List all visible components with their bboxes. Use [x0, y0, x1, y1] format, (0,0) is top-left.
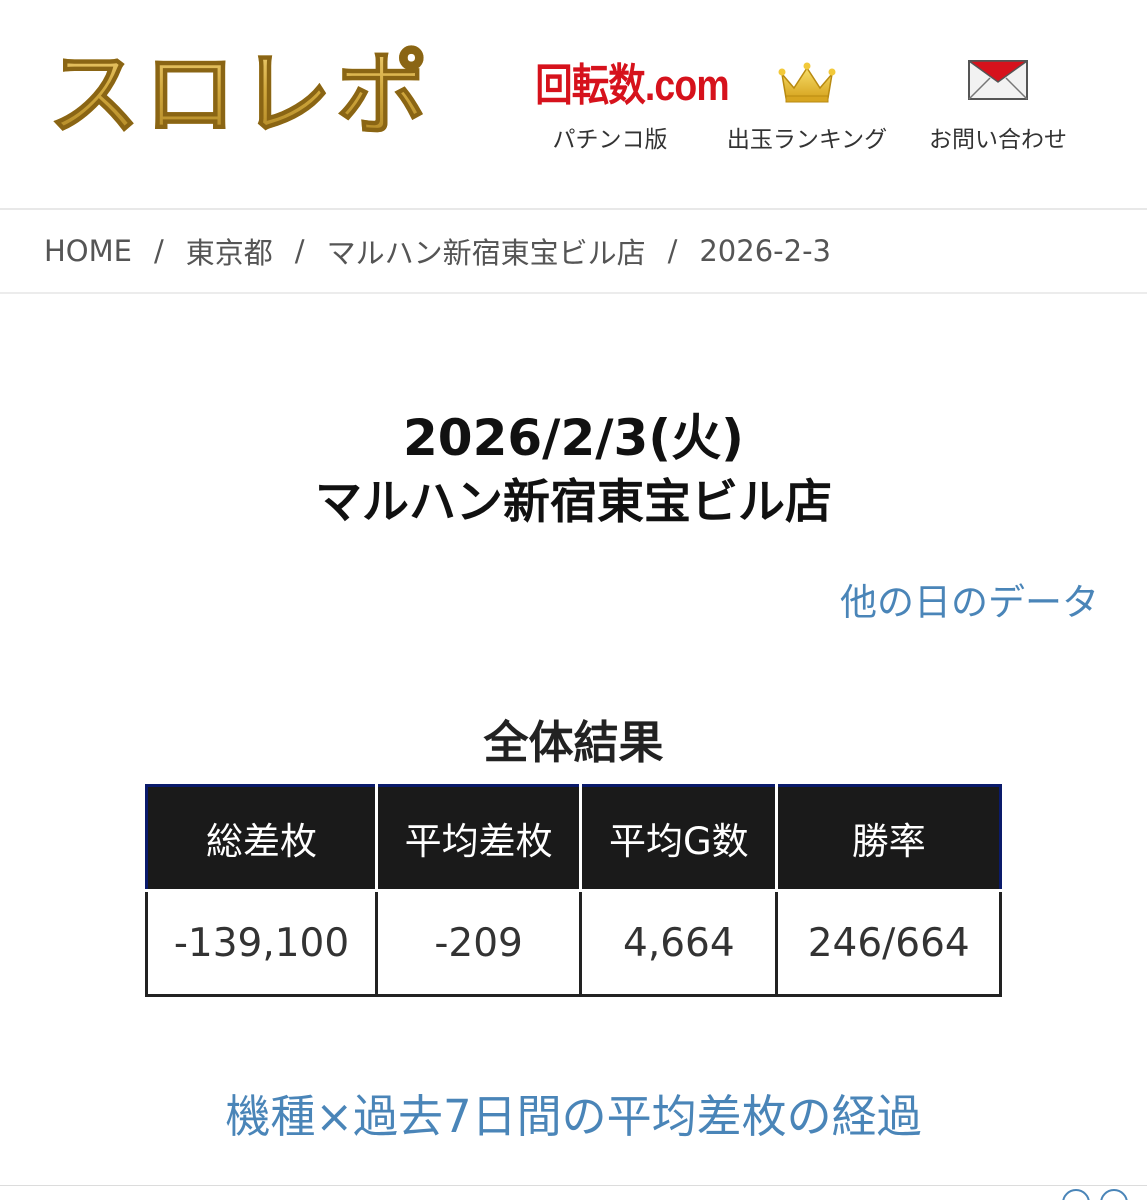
summary-value-avg-games: 4,664 [579, 889, 779, 997]
nav-contact[interactable]: お問い合わせ [912, 60, 1084, 154]
nav-pachinko-label: パチンコ版 [552, 127, 668, 153]
page: スロレポ 回転数.com パチンコ版 出玉ランキング お問い合わせ HOME /… [0, 0, 1147, 1200]
breadcrumb-separator: / [667, 234, 678, 268]
breadcrumb-current-date: 2026-2-3 [699, 234, 831, 268]
kaitensu-logo-text: 回転数.com [535, 61, 729, 110]
site-logo[interactable]: スロレポ [47, 40, 432, 150]
crown-icon [712, 60, 902, 112]
summary-header-total-diff: 総差枚 [145, 784, 378, 892]
breadcrumb: HOME / 東京都 / マルハン新宿東宝ビル店 / 2026-2-3 [0, 210, 1147, 294]
breadcrumb-home[interactable]: HOME [44, 234, 132, 268]
page-title-store: マルハン新宿東宝ビル店 [315, 475, 832, 530]
ad-info-icon[interactable] [1062, 1189, 1090, 1200]
summary-header-avg-games: 平均G数 [579, 784, 779, 892]
model-trend-link[interactable]: 機種×過去7日間の平均差枚の経過 [0, 1080, 1147, 1145]
mail-icon [912, 60, 1084, 112]
nav-contact-label: お問い合わせ [929, 127, 1067, 153]
nav-pachinko-version[interactable]: 回転数.com パチンコ版 [522, 60, 729, 154]
summary-table: 総差枚 平均差枚 平均G数 勝率 -139,100 -209 4,664 246… [145, 784, 1002, 997]
summary-value-win-rate: 246/664 [775, 889, 1002, 997]
kaitensu-logo-icon: 回転数.com [522, 60, 729, 112]
breadcrumb-prefecture[interactable]: 東京都 [186, 230, 273, 272]
summary-header-row: 総差枚 平均差枚 平均G数 勝率 [145, 784, 1002, 892]
nav-ranking[interactable]: 出玉ランキング [712, 60, 902, 154]
summary-value-total-diff: -139,100 [145, 889, 378, 997]
summary-header-win-rate: 勝率 [775, 784, 1002, 892]
breadcrumb-separator: / [294, 234, 305, 268]
ad-close-icon[interactable] [1100, 1189, 1128, 1200]
ad-divider [0, 1185, 1147, 1186]
summary-header-avg-diff: 平均差枚 [374, 784, 583, 892]
breadcrumb-separator: / [153, 234, 164, 268]
site-header: スロレポ 回転数.com パチンコ版 出玉ランキング お問い合わせ [0, 0, 1147, 208]
breadcrumb-store[interactable]: マルハン新宿東宝ビル店 [327, 230, 646, 272]
summary-value-avg-diff: -209 [374, 889, 583, 997]
nav-ranking-label: 出玉ランキング [726, 127, 888, 153]
summary-heading: 全体結果 [483, 716, 664, 769]
page-title-date: 2026/2/3(火) [403, 409, 744, 467]
summary-value-row: -139,100 -209 4,664 246/664 [145, 889, 1002, 997]
page-title: 2026/2/3(火) マルハン新宿東宝ビル店 [0, 405, 1147, 535]
other-days-link[interactable]: 他の日のデータ [840, 572, 1099, 626]
